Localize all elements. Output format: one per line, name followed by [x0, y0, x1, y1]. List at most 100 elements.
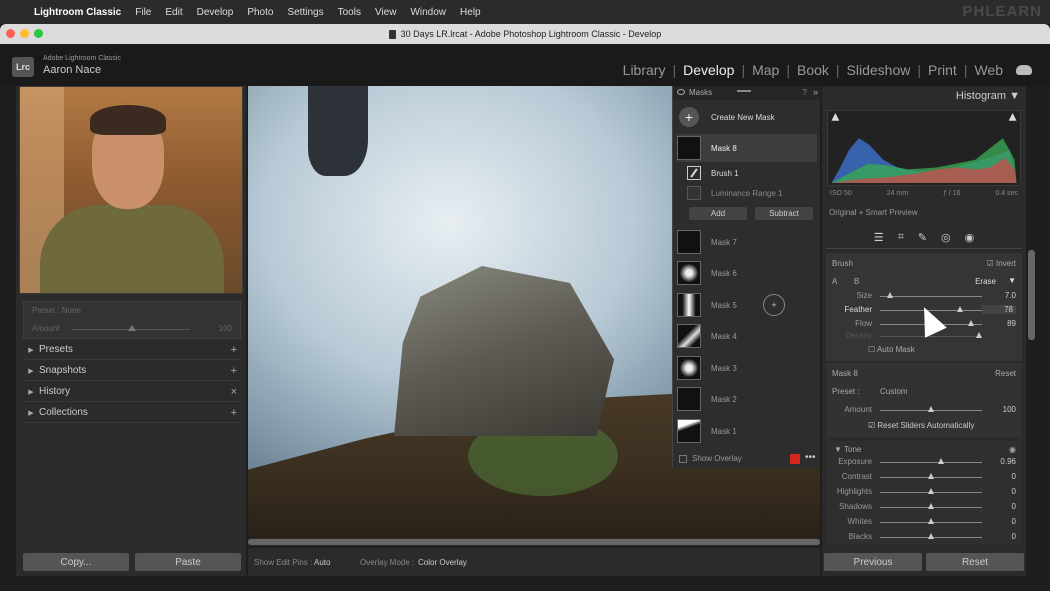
overlay-mode-select[interactable]: Color Overlay — [418, 558, 467, 567]
mask-item[interactable]: Mask 5 — [677, 291, 817, 319]
add-collection-icon[interactable]: + — [231, 407, 237, 419]
auto-mask-toggle[interactable]: ☐ Auto Mask — [868, 345, 915, 354]
density-slider-track[interactable] — [880, 336, 982, 337]
tone-slider-value[interactable]: 0.96 — [982, 457, 1016, 466]
right-panel-scrollbar[interactable] — [1028, 250, 1035, 340]
minimize-window-button[interactable] — [20, 29, 29, 38]
module-slideshow[interactable]: Slideshow — [840, 62, 918, 78]
horizontal-scrollbar[interactable] — [248, 538, 820, 546]
sliders-icon[interactable]: ☰ — [874, 231, 884, 244]
module-develop[interactable]: Develop — [676, 62, 741, 78]
erase-tab[interactable]: Erase — [975, 277, 996, 286]
size-value[interactable]: 7.0 — [982, 291, 1016, 300]
tone-slider-thumb[interactable] — [938, 458, 945, 464]
size-slider[interactable]: Size 7.0 — [826, 289, 1022, 303]
tone-slider-value[interactable]: 0 — [982, 502, 1016, 511]
mask-amount-value[interactable]: 100 — [982, 405, 1016, 414]
section-snapshots[interactable]: ▶ Snapshots + — [23, 361, 241, 381]
eye-icon[interactable]: ◉ — [1009, 445, 1016, 454]
menu-tools[interactable]: Tools — [338, 7, 361, 18]
menu-photo[interactable]: Photo — [247, 7, 273, 18]
flow-slider-thumb[interactable] — [967, 320, 974, 326]
flow-value[interactable]: 89 — [982, 319, 1016, 328]
tone-slider-thumb[interactable] — [928, 473, 934, 479]
histogram-title[interactable]: Histogram ▼ — [956, 90, 1020, 102]
more-options-icon[interactable]: ••• — [805, 452, 816, 463]
luminance-component-row[interactable]: Luminance Range 1 — [677, 184, 817, 202]
tone-slider-value[interactable]: 0 — [982, 472, 1016, 481]
tone-slider-value[interactable]: 0 — [982, 532, 1016, 541]
cloud-icon[interactable] — [1016, 65, 1032, 75]
mask-amount-slider[interactable]: Amount 100 — [826, 403, 1022, 417]
masking-icon[interactable]: ◉ — [965, 231, 975, 244]
add-snapshot-icon[interactable]: + — [231, 365, 237, 377]
mask-item[interactable]: Mask 1 — [677, 417, 817, 445]
tone-slider-shadows[interactable]: Shadows 0 — [826, 500, 1022, 514]
module-library[interactable]: Library — [616, 62, 673, 78]
mask-pin-icon[interactable]: + — [763, 294, 785, 316]
size-slider-track[interactable] — [880, 296, 982, 297]
mask-reset-button[interactable]: Reset — [995, 369, 1016, 378]
feather-slider-thumb[interactable] — [956, 306, 963, 312]
brush-a-tab[interactable]: A — [832, 277, 837, 286]
reset-button[interactable]: Reset — [926, 553, 1024, 571]
tone-slider-track[interactable] — [880, 462, 982, 463]
healing-icon[interactable]: ✎ — [918, 231, 927, 244]
clear-history-icon[interactable]: × — [231, 386, 237, 398]
tone-slider-value[interactable]: 0 — [982, 487, 1016, 496]
mask-item[interactable]: Mask 4 — [677, 322, 817, 350]
overlay-color-swatch[interactable] — [790, 454, 800, 464]
reset-sliders-toggle[interactable]: ☑ Reset Sliders Automatically — [868, 421, 974, 430]
tone-slider-thumb[interactable] — [928, 533, 934, 539]
tone-slider-thumb[interactable] — [928, 488, 934, 494]
previous-button[interactable]: Previous — [824, 553, 922, 571]
zoom-window-button[interactable] — [34, 29, 43, 38]
size-slider-thumb[interactable] — [887, 292, 894, 298]
mask-item[interactable]: Mask 7 — [677, 228, 817, 256]
red-eye-icon[interactable]: ◎ — [941, 231, 951, 244]
menu-settings[interactable]: Settings — [287, 7, 323, 18]
invert-toggle[interactable]: ☑ Invert — [987, 259, 1016, 268]
horizontal-scrollbar-thumb[interactable] — [248, 539, 820, 545]
add-preset-icon[interactable]: + — [231, 344, 237, 356]
section-collections[interactable]: ▶ Collections + — [23, 403, 241, 423]
tone-slider-blacks[interactable]: Blacks 0 — [826, 530, 1022, 544]
menu-develop[interactable]: Develop — [197, 7, 234, 18]
mask-item[interactable]: Mask 3 — [677, 354, 817, 382]
add-component-button[interactable]: Add — [689, 207, 747, 220]
feather-value[interactable]: 78 — [982, 305, 1016, 314]
menu-help[interactable]: Help — [460, 7, 481, 18]
tone-slider-value[interactable]: 0 — [982, 517, 1016, 526]
menu-lightroom-classic[interactable]: Lightroom Classic — [34, 7, 121, 18]
tone-slider-contrast[interactable]: Contrast 0 — [826, 470, 1022, 484]
menu-file[interactable]: File — [135, 7, 151, 18]
module-map[interactable]: Map — [745, 62, 786, 78]
tone-slider-exposure[interactable]: Exposure 0.96 — [826, 455, 1022, 469]
eye-icon[interactable] — [677, 89, 685, 95]
density-slider-thumb[interactable] — [975, 332, 982, 338]
module-print[interactable]: Print — [921, 62, 964, 78]
copy-button[interactable]: Copy... — [23, 553, 129, 571]
paste-button[interactable]: Paste — [135, 553, 241, 571]
menu-view[interactable]: View — [375, 7, 397, 18]
mask-preset-select[interactable]: Custom — [880, 387, 908, 396]
subtract-component-button[interactable]: Subtract — [755, 207, 813, 220]
smart-preview-status[interactable]: Original + Smart Preview — [829, 208, 918, 217]
tone-slider-thumb[interactable] — [928, 518, 934, 524]
tone-slider-thumb[interactable] — [928, 503, 934, 509]
section-history[interactable]: ▶ History × — [23, 382, 241, 402]
tone-section-header[interactable]: ▼ Tone — [834, 445, 861, 454]
section-presets[interactable]: ▶ Presets + — [23, 340, 241, 360]
mask-item-selected[interactable]: Mask 8 — [677, 134, 817, 162]
help-icon[interactable]: ? — [803, 88, 807, 97]
brush-component-row[interactable]: Brush 1 — [677, 164, 817, 182]
show-edit-pins-select[interactable]: Auto — [314, 558, 330, 567]
tone-slider-whites[interactable]: Whites 0 — [826, 515, 1022, 529]
close-window-button[interactable] — [6, 29, 15, 38]
menu-window[interactable]: Window — [410, 7, 446, 18]
show-overlay-toggle[interactable]: Show Overlay — [679, 454, 742, 463]
module-book[interactable]: Book — [790, 62, 836, 78]
brush-b-tab[interactable]: B — [854, 277, 859, 286]
menu-edit[interactable]: Edit — [165, 7, 182, 18]
amount-slider-thumb[interactable] — [128, 325, 136, 331]
